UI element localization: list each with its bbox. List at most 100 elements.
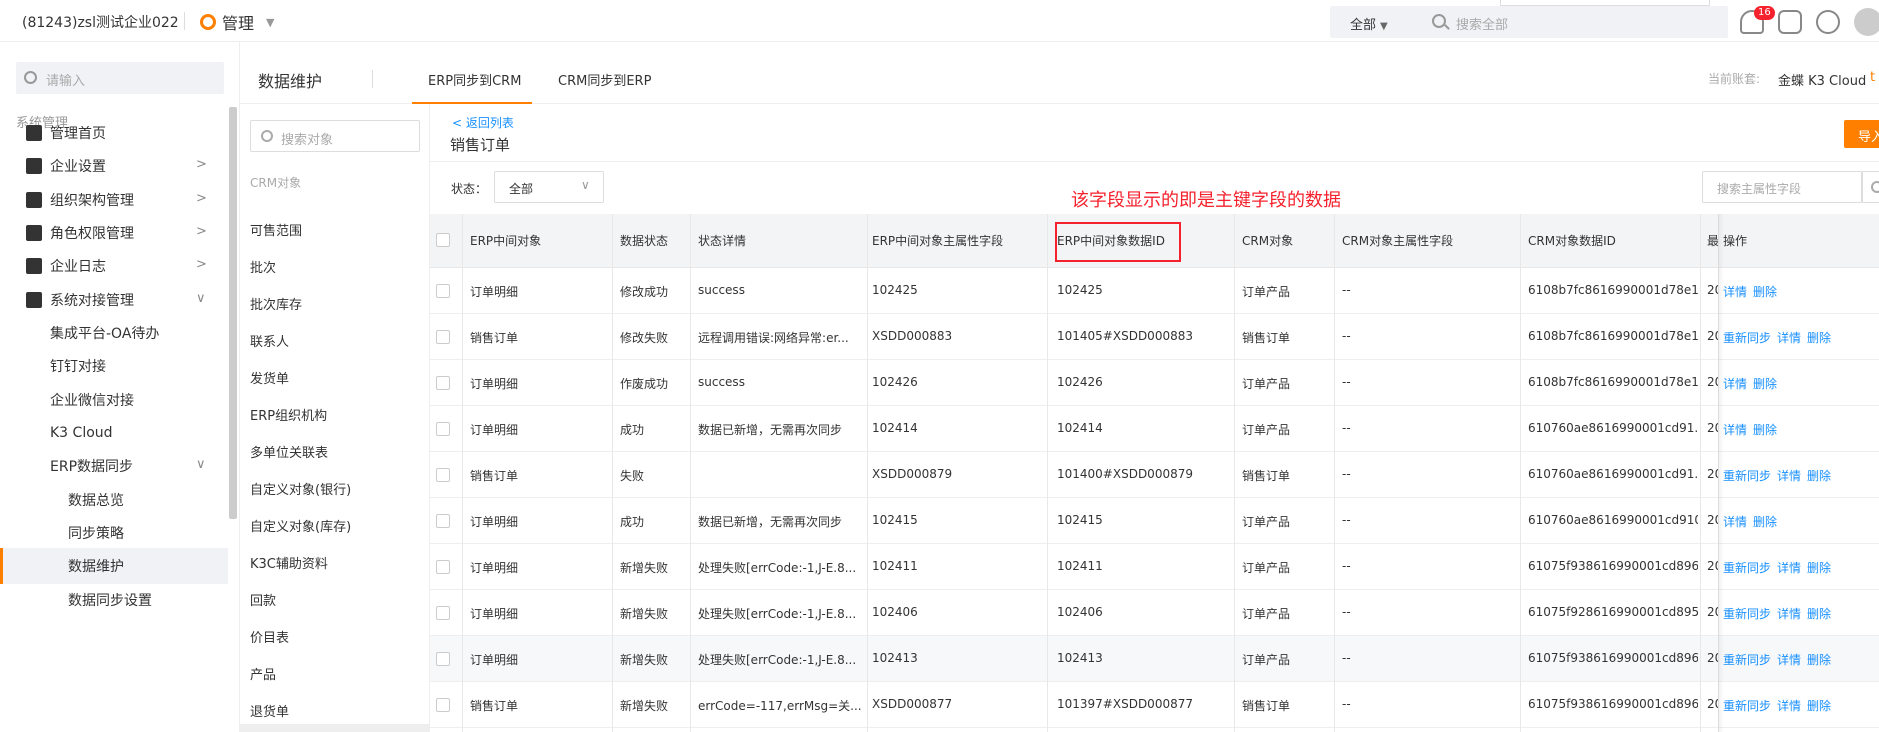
sidebar-item[interactable]: 管理首页 bbox=[0, 115, 228, 151]
company-name[interactable]: (81243)zsl测试企业022 bbox=[22, 12, 179, 32]
row-checkbox[interactable] bbox=[436, 330, 450, 344]
sidebar-search[interactable]: 请输入 bbox=[16, 62, 224, 94]
sidebar-item[interactable]: 企业设置 > bbox=[0, 148, 228, 184]
delete-link[interactable]: 删除 bbox=[1807, 561, 1831, 575]
object-search-input[interactable]: 搜索对象 bbox=[250, 120, 420, 152]
object-list-item[interactable]: 批次库存 bbox=[250, 294, 302, 313]
detail-link[interactable]: 详情 bbox=[1777, 653, 1801, 667]
search-button[interactable] bbox=[1862, 171, 1879, 203]
import-button[interactable]: 导入 bbox=[1844, 120, 1879, 148]
sidebar-item[interactable]: 企业微信对接 bbox=[0, 382, 228, 418]
object-list-item[interactable]: 产品 bbox=[250, 664, 276, 683]
status-filter-select[interactable]: 全部 ∨ bbox=[494, 171, 604, 203]
table-row[interactable]: 订单明细 新增失败 处理失败[errCode:-1,J-E.8... 102406 10… bbox=[430, 590, 1879, 636]
sidebar-item[interactable]: 企业日志 > bbox=[0, 248, 228, 284]
column-header[interactable]: CRM对象数据ID bbox=[1528, 232, 1616, 249]
search-scope-select[interactable]: 全部 ▼ bbox=[1350, 14, 1388, 33]
avatar[interactable] bbox=[1854, 8, 1879, 36]
sidebar-item[interactable]: 组织架构管理 > bbox=[0, 182, 228, 218]
module-switcher[interactable]: 管理 ▼ bbox=[200, 10, 274, 34]
tab-crm-to-erp[interactable]: CRM同步到ERP bbox=[558, 70, 651, 89]
delete-link[interactable]: 删除 bbox=[1807, 331, 1831, 345]
sidebar-item[interactable]: K3 Cloud bbox=[0, 415, 228, 451]
table-row[interactable]: 订单明细 修改成功 success 102425 102425 订单产品 -- 6108b7f… bbox=[430, 268, 1879, 314]
row-checkbox[interactable] bbox=[436, 422, 450, 436]
sidebar-item[interactable]: ERP数据同步 ∨ bbox=[0, 448, 228, 484]
object-list-item[interactable]: 自定义对象(库存) bbox=[250, 516, 351, 535]
delete-link[interactable]: 删除 bbox=[1753, 515, 1777, 529]
resync-link[interactable]: 重新同步 bbox=[1723, 561, 1771, 575]
row-checkbox[interactable] bbox=[436, 652, 450, 666]
sidebar-item[interactable]: 集成平台-OA待办 bbox=[0, 315, 228, 351]
sidebar-item[interactable]: 系统对接管理 ∨ bbox=[0, 282, 228, 318]
column-header[interactable]: 操作 bbox=[1723, 232, 1747, 249]
inbox-icon[interactable] bbox=[1778, 10, 1802, 34]
detail-link[interactable]: 详情 bbox=[1723, 285, 1747, 299]
table-row[interactable]: 订单明细 成功 数据已新增，无需再次同步 102414 102414 订单产品 -- 6107… bbox=[430, 406, 1879, 452]
sidebar-item[interactable]: 数据维护 bbox=[0, 548, 228, 584]
object-list-item[interactable]: 价目表 bbox=[250, 627, 289, 646]
table-row[interactable]: 订单明细 新增失败 处理失败[errCode:-1,J-E.8... 102413 10… bbox=[430, 636, 1879, 682]
column-header[interactable]: ERP中间对象 bbox=[470, 232, 541, 249]
delete-link[interactable]: 删除 bbox=[1807, 469, 1831, 483]
detail-link[interactable]: 详情 bbox=[1777, 331, 1801, 345]
sidebar-item[interactable]: 角色权限管理 > bbox=[0, 215, 228, 251]
settings-icon[interactable] bbox=[1816, 10, 1840, 34]
row-checkbox[interactable] bbox=[436, 468, 450, 482]
resync-link[interactable]: 重新同步 bbox=[1723, 331, 1771, 345]
sidebar-item[interactable]: 数据同步设置 bbox=[0, 582, 228, 618]
bell-icon[interactable]: 16 bbox=[1740, 6, 1775, 34]
table-row[interactable]: 订单明细 作废成功 success 102426 102426 订单产品 -- 6108b7f… bbox=[430, 360, 1879, 406]
sidebar-item[interactable]: 同步策略 bbox=[0, 515, 228, 551]
delete-link[interactable]: 删除 bbox=[1807, 699, 1831, 713]
column-header[interactable]: CRM对象 bbox=[1242, 232, 1293, 249]
key-field-search-input[interactable]: 搜索主属性字段 bbox=[1702, 171, 1862, 203]
object-list-item[interactable]: 可售范围 bbox=[250, 220, 302, 239]
table-row[interactable]: 订单明细 新增失败 处理失败[errCode:-1,J-E.8... 102411 10… bbox=[430, 544, 1879, 590]
row-checkbox[interactable] bbox=[436, 376, 450, 390]
row-checkbox[interactable] bbox=[436, 606, 450, 620]
row-checkbox[interactable] bbox=[436, 284, 450, 298]
detail-link[interactable]: 详情 bbox=[1777, 469, 1801, 483]
column-header[interactable]: 数据状态 bbox=[620, 232, 668, 249]
object-list-item[interactable]: 多单位关联表 bbox=[250, 442, 328, 461]
sidebar-item[interactable]: 数据总览 bbox=[0, 482, 228, 518]
object-list-item[interactable]: 自定义对象(银行) bbox=[250, 479, 351, 498]
delete-link[interactable]: 删除 bbox=[1807, 653, 1831, 667]
back-link[interactable]: < 返回列表 bbox=[452, 114, 514, 131]
detail-link[interactable]: 详情 bbox=[1777, 699, 1801, 713]
column-header[interactable]: 状态详情 bbox=[698, 232, 746, 249]
table-row[interactable]: 销售订单 修改失败 远程调用错误:网络异常:er... XSDD000883 10140… bbox=[430, 314, 1879, 360]
object-list-item[interactable]: 批次 bbox=[250, 257, 276, 276]
row-checkbox[interactable] bbox=[436, 514, 450, 528]
resync-link[interactable]: 重新同步 bbox=[1723, 607, 1771, 621]
delete-link[interactable]: 删除 bbox=[1753, 377, 1777, 391]
object-list-item[interactable]: 回款 bbox=[250, 590, 276, 609]
object-list-item[interactable]: 联系人 bbox=[250, 331, 289, 350]
object-list-item[interactable]: 退货单 bbox=[250, 701, 289, 720]
object-list-item[interactable]: ERP组织机构 bbox=[250, 405, 327, 424]
row-checkbox[interactable] bbox=[436, 698, 450, 712]
delete-link[interactable]: 删除 bbox=[1753, 285, 1777, 299]
select-all-checkbox[interactable] bbox=[436, 233, 450, 247]
table-row[interactable]: 销售订单 新增失败 errCode=-117,errMsg=关... XSDD0008… bbox=[430, 682, 1879, 728]
delete-link[interactable]: 删除 bbox=[1753, 423, 1777, 437]
detail-link[interactable]: 详情 bbox=[1723, 515, 1747, 529]
scrollbar[interactable] bbox=[240, 724, 430, 732]
detail-link[interactable]: 详情 bbox=[1777, 607, 1801, 621]
scrollbar[interactable] bbox=[229, 107, 237, 519]
detail-link[interactable]: 详情 bbox=[1723, 377, 1747, 391]
resync-link[interactable]: 重新同步 bbox=[1723, 469, 1771, 483]
tab-erp-to-crm[interactable]: ERP同步到CRM bbox=[428, 70, 521, 89]
search-input[interactable]: 搜索全部 bbox=[1456, 14, 1508, 33]
row-checkbox[interactable] bbox=[436, 560, 450, 574]
table-row[interactable]: 订单明细 成功 数据已新增，无需再次同步 102415 102415 订单产品 -- 6107… bbox=[430, 498, 1879, 544]
detail-link[interactable]: 详情 bbox=[1777, 561, 1801, 575]
table-row[interactable]: 销售订单 失败 XSDD000879 101400#XSDD000879 销售订单 -- 6… bbox=[430, 452, 1879, 498]
column-header[interactable]: ERP中间对象主属性字段 bbox=[872, 232, 1003, 249]
object-list-item[interactable]: K3C辅助资料 bbox=[250, 553, 328, 572]
resync-link[interactable]: 重新同步 bbox=[1723, 699, 1771, 713]
column-header[interactable]: CRM对象主属性字段 bbox=[1342, 232, 1453, 249]
object-list-item[interactable]: 发货单 bbox=[250, 368, 289, 387]
sidebar-item[interactable]: 钉钉对接 bbox=[0, 348, 228, 384]
